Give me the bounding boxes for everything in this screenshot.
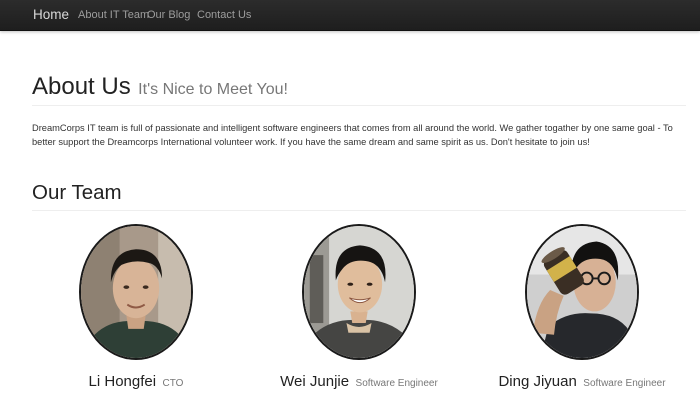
about-description: DreamCorps IT team is full of passionate… xyxy=(32,123,673,147)
member-photo-avatar xyxy=(79,224,193,360)
team-section-title: Our Team xyxy=(32,181,122,204)
member-caption: Ding Jiyuan Software Engineer xyxy=(487,373,677,391)
member-role: CTO xyxy=(162,378,184,389)
top-navbar: Home About IT Team Our Blog Contact Us xyxy=(0,0,700,31)
about-page-header: About Us It's Nice to Meet You! xyxy=(32,72,686,106)
member-photo-avatar xyxy=(302,224,416,360)
page-subtitle: It's Nice to Meet You! xyxy=(138,81,288,98)
member-photo-avatar xyxy=(525,224,639,360)
nav-link-our-blog[interactable]: Our Blog xyxy=(147,0,190,30)
team-section-header: Our Team xyxy=(32,179,686,211)
nav-link-about-it-team[interactable]: About IT Team xyxy=(78,0,149,30)
team-member-card: Ding Jiyuan Software Engineer xyxy=(487,224,677,391)
team-member-card: Li Hongfei CTO xyxy=(41,224,231,391)
member-role: Software Engineer xyxy=(583,378,666,389)
member-name: Li Hongfei xyxy=(88,373,157,390)
team-member-card: Wei Junjie Software Engineer xyxy=(264,224,454,391)
member-caption: Wei Junjie Software Engineer xyxy=(264,373,454,391)
member-caption: Li Hongfei CTO xyxy=(41,373,231,391)
member-name: Wei Junjie xyxy=(280,373,350,390)
page-title: About Us xyxy=(32,73,131,100)
member-role: Software Engineer xyxy=(355,378,438,389)
member-name: Ding Jiyuan xyxy=(498,373,577,390)
nav-link-contact-us[interactable]: Contact Us xyxy=(197,0,251,30)
nav-home-brand[interactable]: Home xyxy=(33,0,69,30)
